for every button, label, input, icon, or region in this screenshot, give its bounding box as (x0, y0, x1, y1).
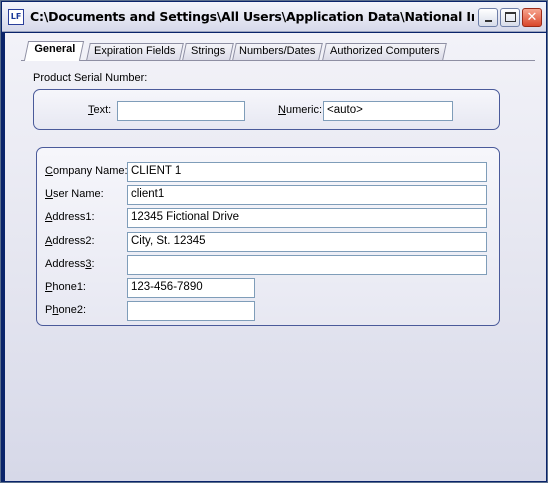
address1-field[interactable]: 12345 Fictional Drive (127, 208, 487, 228)
phone1-label: Phone1: (45, 281, 86, 293)
maximize-button[interactable] (500, 8, 520, 27)
window-title: C:\Documents and Settings\All Users\Appl… (30, 9, 474, 24)
tab-authorized-computers[interactable]: Authorized Computers (322, 43, 447, 60)
tab-strings-label: Strings (190, 45, 226, 57)
close-icon: ✕ (526, 10, 538, 25)
tab-general-label: General (33, 43, 75, 55)
license-file-window: LF C:\Documents and Settings\All Users\A… (0, 0, 548, 483)
maximize-icon (505, 12, 516, 22)
tab-numbers-dates[interactable]: Numbers/Dates (232, 43, 323, 60)
serial-number-panel: Text: Numeric: <auto> (33, 89, 500, 130)
tab-numbers-dates-label: Numbers/Dates (239, 45, 316, 57)
serial-numeric-label: Numeric: (278, 104, 323, 116)
user-name-field[interactable]: client1 (127, 185, 487, 205)
address1-label: Address1: (45, 211, 95, 223)
address3-field[interactable] (127, 255, 487, 275)
client-area: General Expiration Fields Strings Number… (5, 33, 546, 481)
company-name-field[interactable]: CLIENT 1 (127, 162, 487, 182)
tab-general[interactable]: General (23, 41, 85, 61)
phone2-label: Phone2: (45, 304, 86, 316)
close-button[interactable]: ✕ (522, 8, 542, 27)
phone1-field[interactable]: 123-456-7890 (127, 278, 255, 298)
address2-label: Address2: (45, 235, 95, 247)
address2-field[interactable]: City, St. 12345 (127, 232, 487, 252)
serial-numeric-field[interactable]: <auto> (323, 101, 453, 121)
tab-expiration-fields[interactable]: Expiration Fields (86, 43, 184, 60)
tab-authorized-computers-label: Authorized Computers (329, 45, 440, 57)
customer-info-panel: Company Name: CLIENT 1 User Name: client… (36, 147, 500, 326)
minimize-button[interactable] (478, 8, 498, 27)
minimize-icon (485, 20, 492, 22)
tab-divider (21, 60, 535, 61)
serial-text-label: Text: (88, 104, 112, 116)
tab-expiration-fields-label: Expiration Fields (94, 45, 176, 57)
serial-text-field[interactable] (117, 101, 245, 121)
title-bar[interactable]: LF C:\Documents and Settings\All Users\A… (2, 2, 546, 32)
serial-number-heading: Product Serial Number: (33, 72, 148, 84)
phone2-field[interactable] (127, 301, 255, 321)
address3-label: Address3: (45, 258, 95, 270)
app-icon[interactable]: LF (8, 9, 24, 25)
user-name-label: User Name: (45, 188, 104, 200)
tab-strings[interactable]: Strings (182, 43, 234, 60)
company-name-label: Company Name: (45, 165, 128, 177)
